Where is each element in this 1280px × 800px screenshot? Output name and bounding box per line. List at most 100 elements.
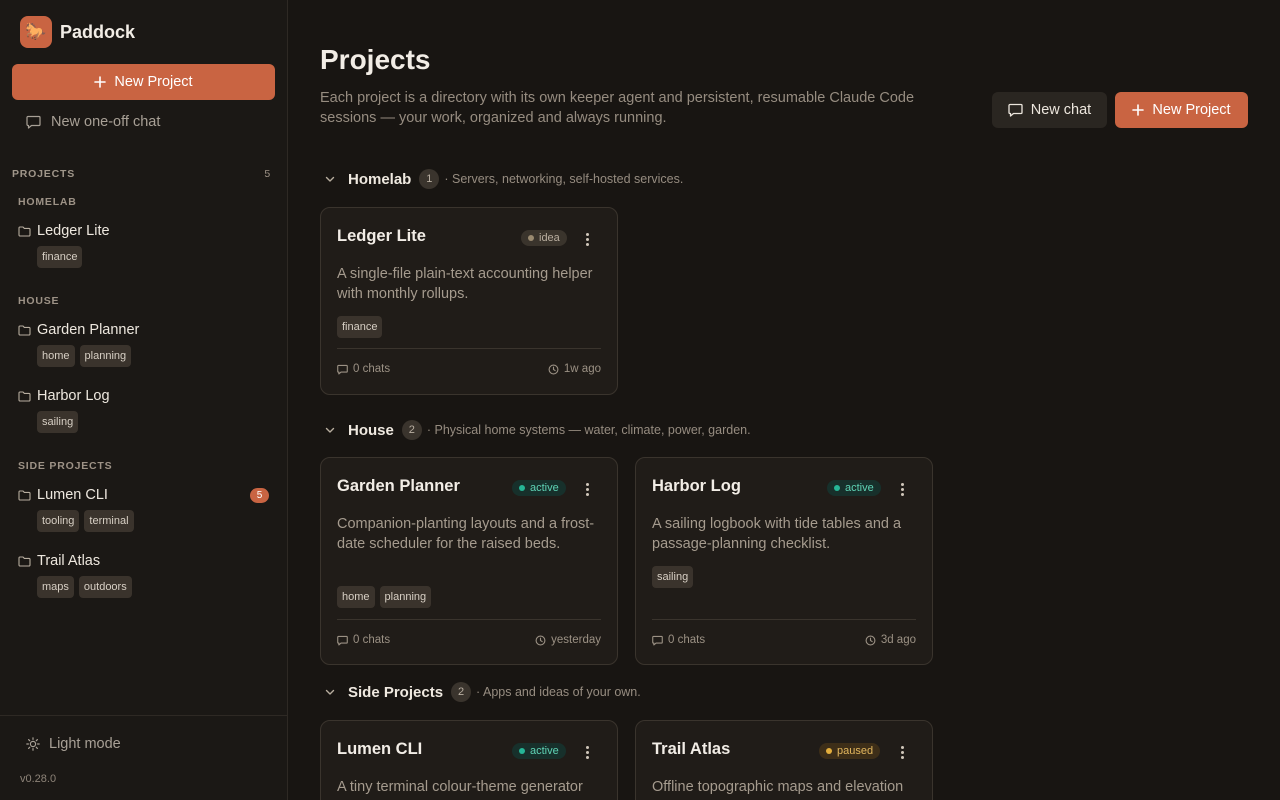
project-card-trail-atlas[interactable]: Trail Atlas paused Offline topographic m… bbox=[635, 720, 933, 800]
status-badge: paused bbox=[819, 743, 881, 759]
new-project-button[interactable]: New Project bbox=[1115, 92, 1248, 128]
card-divider bbox=[652, 619, 916, 620]
page-description: Each project is a directory with its own… bbox=[320, 90, 915, 126]
status-dot bbox=[826, 748, 832, 754]
group-description: · Apps and ideas of your own. bbox=[476, 685, 641, 699]
card-title: Garden Planner bbox=[337, 477, 460, 495]
tag[interactable]: maps bbox=[37, 576, 74, 598]
tag[interactable]: sailing bbox=[37, 411, 79, 433]
sidebar-item-label: Garden Planner bbox=[37, 322, 140, 338]
group-description: · Servers, networking, self-hosted servi… bbox=[444, 172, 684, 186]
group-header-house[interactable]: House 2 · Physical home systems — water,… bbox=[324, 420, 751, 440]
tag[interactable]: home bbox=[37, 345, 75, 367]
kebab-menu-icon[interactable] bbox=[579, 480, 595, 498]
new-one-off-chat-button[interactable]: New one-off chat bbox=[26, 114, 160, 130]
project-card-lumen-cli[interactable]: Lumen CLI active A tiny terminal colour-… bbox=[320, 720, 618, 800]
kebab-menu-icon[interactable] bbox=[894, 743, 910, 761]
chat-bubble-icon bbox=[337, 364, 348, 374]
tag[interactable]: planning bbox=[79, 345, 132, 367]
sidebar-group-homelab: HOMELAB bbox=[18, 196, 77, 208]
brand[interactable]: 🐎 Paddock bbox=[20, 16, 135, 48]
card-footer: 0 chats 1w ago bbox=[337, 363, 601, 375]
group-name: Side Projects bbox=[348, 683, 444, 701]
sidebar-item-harbor-log[interactable]: Harbor Log sailing bbox=[18, 388, 269, 433]
card-footer: 0 chats yesterday bbox=[337, 634, 601, 646]
tag[interactable]: tooling bbox=[37, 510, 80, 532]
kebab-menu-icon[interactable] bbox=[579, 743, 595, 761]
tag[interactable]: home bbox=[337, 586, 375, 608]
updated-time: yesterday bbox=[551, 634, 601, 646]
group-count: 1 bbox=[419, 169, 440, 189]
projects-heading: PROJECTS bbox=[12, 168, 75, 180]
chat-bubble-icon bbox=[652, 635, 663, 645]
status-dot bbox=[528, 235, 534, 241]
clock-icon bbox=[548, 364, 559, 374]
tag[interactable]: finance bbox=[37, 246, 83, 268]
clock-icon bbox=[535, 635, 546, 645]
chat-bubble-icon bbox=[337, 635, 348, 645]
chevron-down-icon bbox=[325, 689, 335, 695]
updated-time: 1w ago bbox=[563, 363, 601, 375]
card-title: Lumen CLI bbox=[337, 740, 423, 758]
sidebar-item-label: Harbor Log bbox=[37, 388, 110, 404]
status-dot bbox=[519, 748, 525, 754]
chat-count: 0 chats bbox=[668, 634, 706, 646]
tag[interactable]: terminal bbox=[84, 510, 134, 532]
sidebar-item-label: Trail Atlas bbox=[37, 553, 101, 569]
sidebar-footer-divider bbox=[0, 715, 287, 716]
sidebar-item-label: Ledger Lite bbox=[37, 223, 110, 239]
chat-bubble-icon bbox=[26, 115, 41, 129]
chevron-down-icon bbox=[325, 176, 335, 182]
chat-bubble-icon bbox=[1008, 103, 1023, 117]
light-mode-label: Light mode bbox=[49, 736, 121, 752]
updated-time: 3d ago bbox=[880, 634, 916, 646]
sidebar-new-project-button[interactable]: New Project bbox=[12, 64, 275, 100]
sidebar-group-side-projects: SIDE PROJECTS bbox=[18, 460, 113, 472]
projects-section-header: PROJECTS 5 bbox=[12, 168, 271, 180]
project-card-garden-planner[interactable]: Garden Planner active Companion-planting… bbox=[320, 457, 618, 665]
unread-badge: 5 bbox=[250, 487, 269, 503]
group-header-homelab[interactable]: Homelab 1 · Servers, networking, self-ho… bbox=[324, 169, 683, 189]
plus-icon bbox=[94, 76, 107, 88]
sidebar-item-garden-planner[interactable]: Garden Planner home planning bbox=[18, 322, 269, 367]
chat-count: 0 chats bbox=[353, 363, 391, 375]
status-label: idea bbox=[539, 232, 560, 244]
new-chat-button[interactable]: New chat bbox=[992, 92, 1107, 128]
status-label: paused bbox=[837, 745, 874, 757]
status-badge: active bbox=[827, 480, 881, 496]
project-card-ledger-lite[interactable]: Ledger Lite idea A single-file plain-tex… bbox=[320, 207, 618, 395]
sidebar-item-trail-atlas[interactable]: Trail Atlas maps outdoors bbox=[18, 553, 269, 598]
tag[interactable]: finance bbox=[337, 316, 383, 338]
card-divider bbox=[337, 348, 601, 349]
status-badge: active bbox=[512, 743, 566, 759]
group-name: House bbox=[348, 421, 394, 439]
tag[interactable]: outdoors bbox=[78, 576, 132, 598]
status-dot bbox=[834, 485, 840, 491]
sidebar-group-house: HOUSE bbox=[18, 295, 60, 307]
group-description: · Physical home systems — water, climate… bbox=[426, 423, 751, 437]
group-count: 2 bbox=[401, 420, 422, 440]
status-label: active bbox=[845, 482, 874, 494]
kebab-menu-icon[interactable] bbox=[579, 230, 595, 248]
group-header-side-projects[interactable]: Side Projects 2 · Apps and ideas of your… bbox=[324, 682, 641, 702]
folder-icon bbox=[18, 225, 31, 237]
folder-icon bbox=[18, 555, 31, 567]
sidebar-item-lumen-cli[interactable]: Lumen CLI 5 tooling terminal bbox=[18, 487, 269, 532]
card-divider bbox=[337, 619, 601, 620]
page-title: Projects bbox=[320, 44, 431, 75]
app-version: v0.28.0 bbox=[20, 773, 57, 785]
light-mode-toggle[interactable]: Light mode bbox=[26, 736, 121, 752]
horse-logo-icon: 🐎 bbox=[20, 16, 52, 48]
project-card-harbor-log[interactable]: Harbor Log active A sailing logbook with… bbox=[635, 457, 933, 665]
card-title: Harbor Log bbox=[652, 477, 741, 495]
status-badge: active bbox=[512, 480, 566, 496]
sidebar-item-ledger-lite[interactable]: Ledger Lite finance bbox=[18, 223, 269, 268]
projects-count: 5 bbox=[264, 168, 271, 180]
chevron-down-icon bbox=[325, 427, 335, 433]
kebab-menu-icon[interactable] bbox=[894, 480, 910, 498]
tag[interactable]: planning bbox=[379, 586, 432, 608]
folder-icon bbox=[18, 324, 31, 336]
card-description: A single-file plain-text accounting help… bbox=[337, 266, 593, 302]
card-description: A tiny terminal colour-theme generator bbox=[337, 779, 583, 795]
tag[interactable]: sailing bbox=[652, 566, 694, 588]
